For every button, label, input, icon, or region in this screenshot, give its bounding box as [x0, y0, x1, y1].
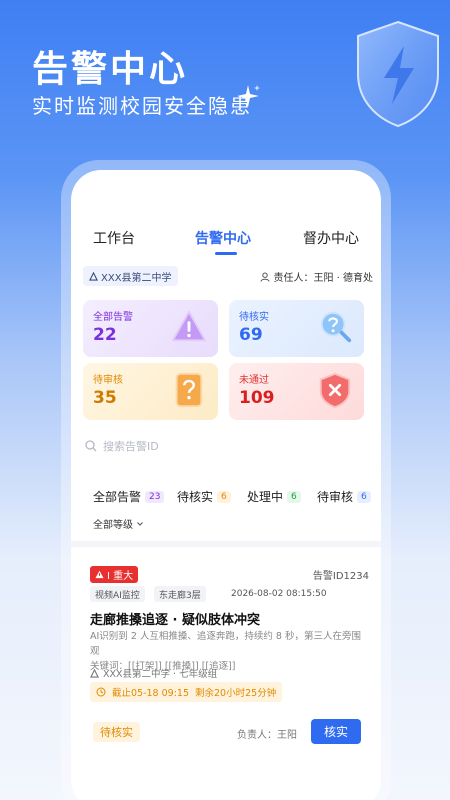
filter-tab-label: 全部告警 — [93, 490, 142, 504]
level-dropdown[interactable]: 全部等级 — [93, 516, 144, 531]
filter-tab-pending-review[interactable]: 待审核 6 — [317, 488, 371, 505]
hero-title: 告警中心 — [32, 49, 189, 90]
filter-count-badge: 6 — [357, 490, 371, 503]
school-icon — [90, 668, 99, 678]
deadline-badge: 截止05-18 09:15 剩余20小时25分钟 — [90, 682, 283, 702]
phone-frame: 工作台 告警中心 督办中心 XXX县第二中学 责任人：王阳 · 德育处 全部告警… — [61, 160, 391, 800]
stat-label: 待核实 — [239, 312, 269, 323]
stat-value: 35 — [93, 388, 117, 408]
search-bar[interactable]: 搜索告警ID — [85, 438, 159, 454]
owner-text: 责任人：王阳 · 德育处 — [273, 273, 373, 284]
app-screen: 工作台 告警中心 督办中心 XXX县第二中学 责任人：王阳 · 德育处 全部告警… — [71, 170, 381, 800]
shield-lightning-icon — [357, 20, 439, 128]
school-icon — [89, 271, 98, 281]
deadline-date: 截止05-18 09:15 — [112, 688, 190, 699]
tab-supervision-center[interactable]: 督办中心 — [303, 228, 359, 248]
filter-count-badge: 6 — [217, 490, 231, 503]
stat-value: 22 — [93, 325, 117, 345]
filter-count-badge: 23 — [145, 490, 165, 503]
filter-tab-label: 处理中 — [247, 490, 284, 504]
alert-assignee: 负责人：王阳 — [237, 730, 297, 741]
person-icon — [260, 272, 270, 282]
clock-icon — [96, 687, 106, 697]
search-placeholder: 搜索告警ID — [103, 440, 159, 453]
stat-value: 109 — [239, 388, 275, 408]
source-tag: 视频AI监控 — [90, 586, 145, 602]
alert-school-text: XXX县第二中学 · 七年级组 — [103, 669, 218, 680]
location-tag: 东走廊3层 — [154, 586, 206, 602]
stat-label: 未通过 — [239, 375, 269, 386]
alert-description-line: AI识别到 2 人互相推搡、追逐奔跑，持续约 8 秒，第三人在旁围观 — [90, 631, 361, 657]
alert-triangle-icon — [95, 570, 104, 579]
warning-icon — [171, 310, 207, 342]
top-tabs: 工作台 告警中心 督办中心 — [71, 228, 381, 258]
alert-time: 2026-08-02 08:15:50 — [231, 589, 327, 599]
tab-alert-center[interactable]: 告警中心 — [195, 228, 251, 248]
filter-tab-label: 待审核 — [317, 490, 354, 504]
severity-text: I 重大 — [107, 571, 134, 582]
tab-workbench[interactable]: 工作台 — [93, 228, 135, 248]
sparkle-icon — [237, 85, 260, 107]
deadline-remaining: 剩余20小时25分钟 — [195, 688, 277, 699]
school-selector[interactable]: XXX县第二中学 — [83, 266, 178, 286]
alert-id: 告警ID1234 — [312, 571, 369, 582]
stat-card-rejected[interactable]: 未通过 109 — [229, 363, 364, 420]
chevron-down-icon — [137, 521, 143, 526]
verify-button[interactable]: 核实 — [311, 719, 361, 744]
stat-label: 全部告警 — [93, 312, 133, 323]
stat-label: 待审核 — [93, 375, 123, 386]
alert-title: 走廊推搡追逐 · 疑似肢体冲突 — [90, 613, 260, 628]
alert-school: XXX县第二中学 · 七年级组 — [90, 666, 217, 680]
stat-card-all-alerts[interactable]: 全部告警 22 — [83, 300, 218, 357]
owner-info: 责任人：王阳 · 德育处 — [260, 269, 373, 284]
filter-tab-all[interactable]: 全部告警 23 — [93, 488, 165, 505]
stat-value: 69 — [239, 325, 263, 345]
shield-x-icon — [319, 372, 351, 409]
stat-card-pending-review[interactable]: 待审核 35 — [83, 363, 218, 420]
question-doc-icon — [175, 372, 203, 408]
filter-tab-pending-verify[interactable]: 待核实 6 — [177, 488, 231, 505]
level-dropdown-label: 全部等级 — [93, 520, 133, 531]
filter-tab-label: 待核实 — [177, 490, 214, 504]
filter-tab-processing[interactable]: 处理中 6 — [247, 488, 301, 505]
alert-status-badge: 待核实 — [93, 722, 140, 742]
filter-count-badge: 6 — [287, 490, 301, 503]
stat-card-pending-verify[interactable]: 待核实 69 — [229, 300, 364, 357]
status-filter-tabs: 全部告警 23 待核实 6 处理中 6 待审核 6 — [93, 488, 381, 508]
hero-subtitle: 实时监测校园安全隐患 — [32, 94, 252, 118]
school-name: XXX县第二中学 — [101, 272, 172, 284]
severity-badge: I 重大 — [90, 566, 139, 583]
magnifier-question-icon — [320, 311, 352, 343]
search-icon — [85, 440, 97, 452]
active-tab-indicator — [215, 252, 237, 255]
section-divider — [71, 541, 381, 547]
